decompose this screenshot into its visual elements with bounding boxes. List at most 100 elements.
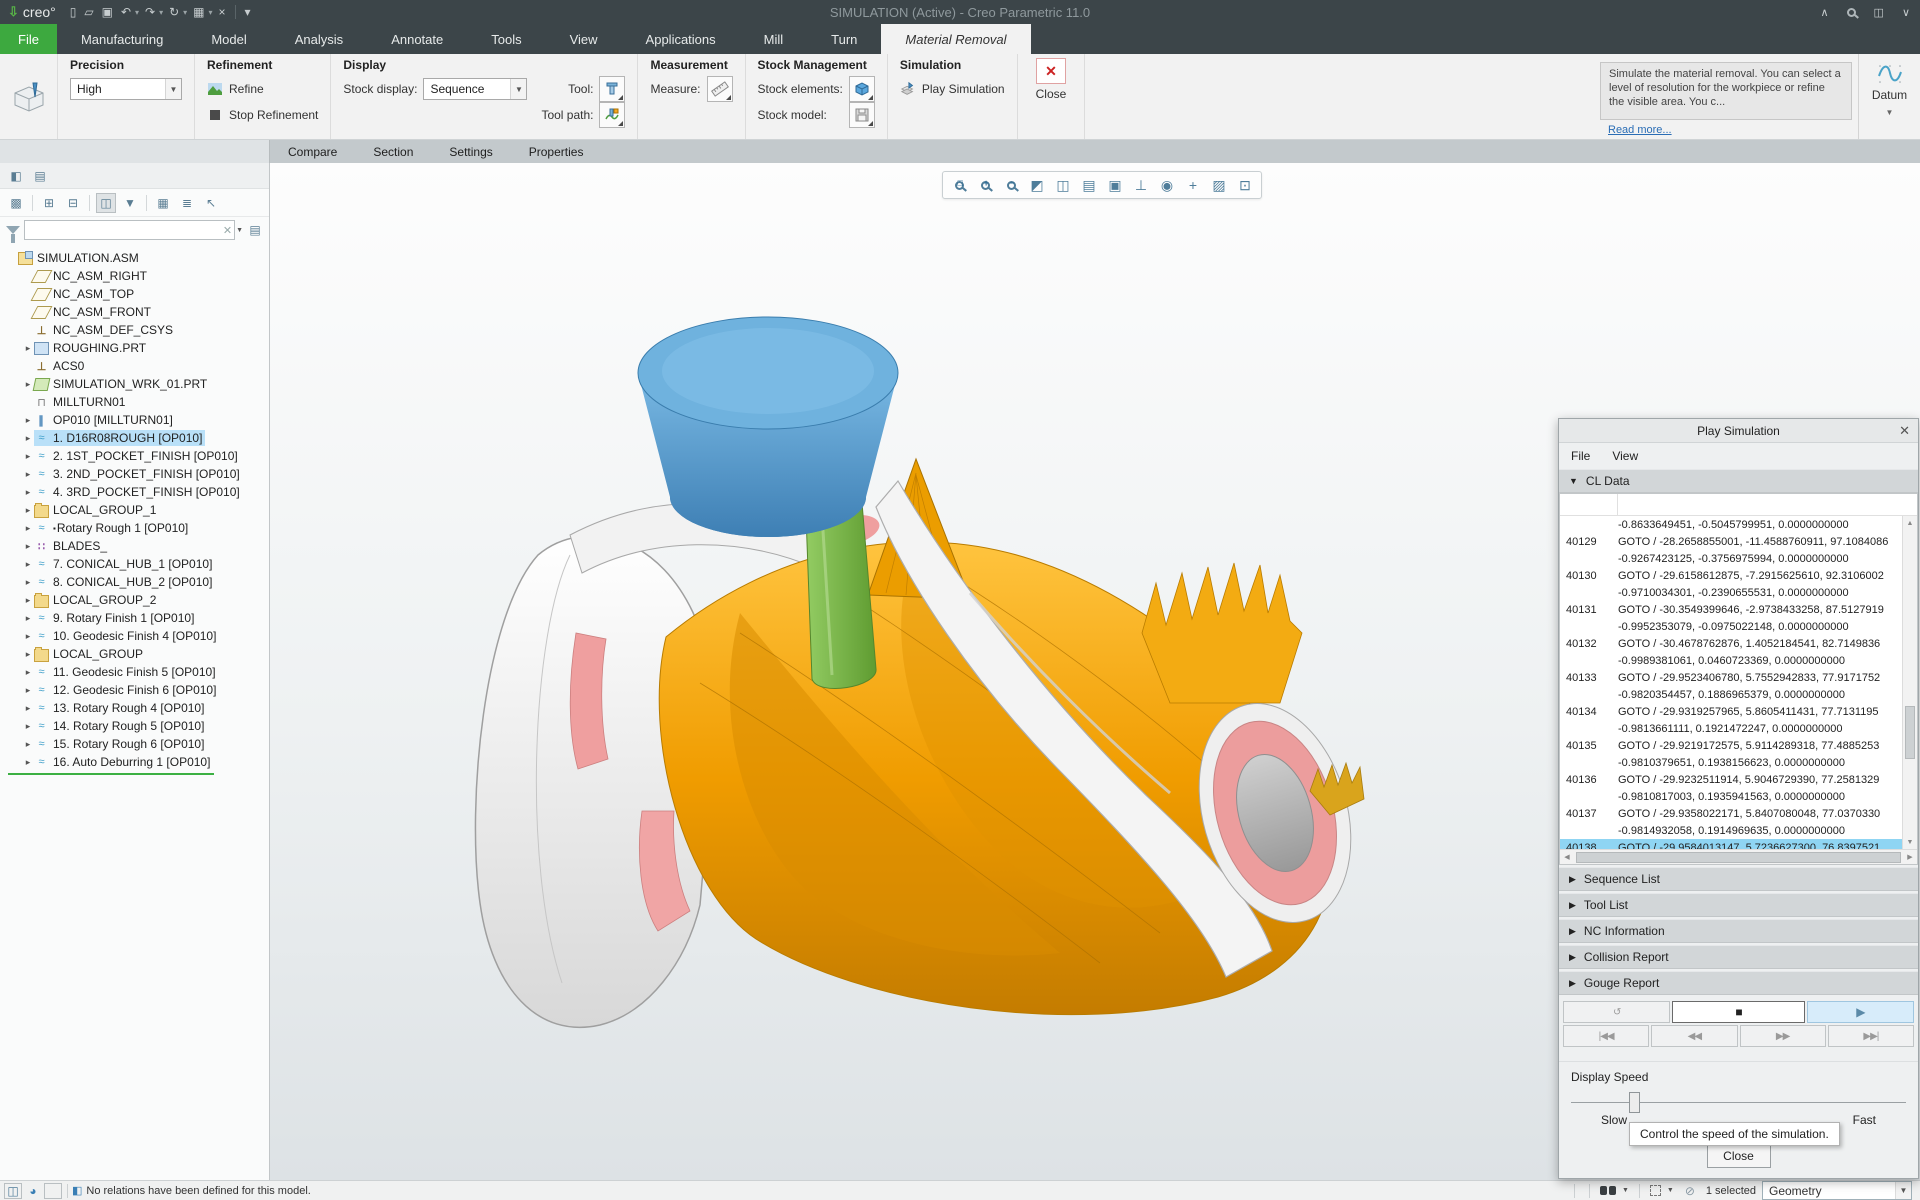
expand-icon[interactable]: ▸: [22, 541, 34, 552]
tree-model-icon[interactable]: ▩: [6, 193, 26, 213]
scrollbar-thumb[interactable]: [1576, 852, 1901, 863]
ribbon-tab-annotate[interactable]: Annotate: [367, 24, 467, 54]
ribbon-tab-manufacturing[interactable]: Manufacturing: [57, 24, 187, 54]
cl-row-40133[interactable]: 40133GOTO / -29.9523406780, 5.7552942833…: [1560, 669, 1902, 686]
chevron-down-icon[interactable]: ▼: [1622, 1187, 1629, 1194]
ribbon-tab-tools[interactable]: Tools: [467, 24, 545, 54]
subtab-compare[interactable]: Compare: [270, 140, 355, 163]
message-log-icon[interactable]: ◧: [72, 1184, 82, 1197]
close-window-icon[interactable]: ×: [215, 5, 230, 19]
ribbon-tab-view[interactable]: View: [546, 24, 622, 54]
expand-icon[interactable]: ▸: [22, 451, 34, 462]
tree-item-roughing-prt[interactable]: ▸ROUGHING.PRT: [0, 339, 269, 357]
horizontal-scrollbar[interactable]: ◀ ▶: [1560, 849, 1917, 864]
skip-to-end-button[interactable]: ▶▶|: [1828, 1025, 1914, 1047]
expand-icon[interactable]: ▸: [22, 703, 34, 714]
stock-display-dropdown[interactable]: Sequence ▼: [423, 78, 527, 100]
search-icon[interactable]: [1843, 8, 1860, 17]
section-collision-report[interactable]: ▶Collision Report: [1559, 945, 1918, 969]
vertical-scrollbar[interactable]: ▲ ▼: [1902, 516, 1917, 849]
cl-row-40129[interactable]: 40129GOTO / -28.2658855001, -11.45887609…: [1560, 533, 1902, 550]
windows-icon[interactable]: ▦: [189, 5, 208, 19]
stop-button[interactable]: ■: [1672, 1001, 1804, 1023]
tree-item-7-conical-hub-1-op010[interactable]: ▸≈7. CONICAL_HUB_1 [OP010]: [0, 555, 269, 573]
cl-row[interactable]: -0.9810817003, 0.1935941563, 0.000000000…: [1560, 788, 1902, 805]
folder-browser-icon[interactable]: ▤: [30, 166, 50, 186]
selection-filter-dropdown[interactable]: Geometry ▼: [1762, 1181, 1912, 1200]
chevron-down-icon[interactable]: ▼: [1886, 108, 1894, 117]
tree-columns-display-icon[interactable]: ◫: [96, 193, 116, 213]
expand-icon[interactable]: ▸: [22, 649, 34, 660]
expand-icon[interactable]: ▸: [22, 523, 34, 534]
customize-quick-access-icon[interactable]: ▾: [241, 5, 255, 19]
cl-row[interactable]: -0.9813661111, 0.1921472247, 0.000000000…: [1560, 720, 1902, 737]
blank-panel-icon[interactable]: [44, 1183, 62, 1199]
tree-item-simulation-wrk-01-prt[interactable]: ▸SIMULATION_WRK_01.PRT: [0, 375, 269, 393]
datum-button[interactable]: Datum ▼: [1858, 54, 1920, 139]
redo-icon[interactable]: ↷: [141, 5, 159, 19]
speed-slider[interactable]: [1571, 1102, 1906, 1103]
read-more-link[interactable]: Read more...: [1600, 124, 1852, 136]
cl-row[interactable]: -0.9989381061, 0.0460723369, 0.000000000…: [1560, 652, 1902, 669]
zoom-region-icon[interactable]: □: [947, 173, 971, 197]
tree-item-2-1st-pocket-finish-op010[interactable]: ▸≈2. 1ST_POCKET_FINISH [OP010]: [0, 447, 269, 465]
precision-dropdown[interactable]: High ▼: [70, 78, 182, 100]
tree-item-8-conical-hub-2-op010[interactable]: ▸≈8. CONICAL_HUB_2 [OP010]: [0, 573, 269, 591]
filter-funnel-icon[interactable]: [6, 226, 20, 234]
tree-item-simulation-asm[interactable]: SIMULATION.ASM: [0, 249, 269, 267]
zoom-in-icon[interactable]: +: [973, 173, 997, 197]
select-box-icon[interactable]: [1650, 1185, 1661, 1196]
tool-display-button[interactable]: [599, 76, 625, 102]
scroll-right-icon[interactable]: ▶: [1903, 853, 1917, 861]
cl-row-40130[interactable]: 40130GOTO / -29.6158612875, -7.291562561…: [1560, 567, 1902, 584]
annotation-display-icon[interactable]: ◉: [1155, 173, 1179, 197]
display-style-icon[interactable]: ◫: [1051, 173, 1075, 197]
dialog-menu-view[interactable]: View: [1612, 449, 1638, 463]
subtab-properties[interactable]: Properties: [511, 140, 602, 163]
tree-item-nc-asm-front[interactable]: NC_ASM_FRONT: [0, 303, 269, 321]
cl-row-40134[interactable]: 40134GOTO / -29.9319257965, 5.8605411431…: [1560, 703, 1902, 720]
tree-item-13-rotary-rough-4-op010[interactable]: ▸≈13. Rotary Rough 4 [OP010]: [0, 699, 269, 717]
expand-icon[interactable]: ▸: [22, 685, 34, 696]
tree-item-4-3rd-pocket-finish-op010[interactable]: ▸≈4. 3RD_POCKET_FINISH [OP010]: [0, 483, 269, 501]
save-icon[interactable]: ▣: [98, 5, 117, 19]
spin-center-icon[interactable]: +: [1181, 173, 1205, 197]
tree-item-op010-millturn01[interactable]: ▸∥OP010 [MILLTURN01]: [0, 411, 269, 429]
speed-slider-handle[interactable]: [1629, 1092, 1640, 1113]
collapse-all-icon[interactable]: ⊟: [63, 193, 83, 213]
ribbon-tab-material-removal[interactable]: Material Removal: [881, 24, 1030, 54]
tree-item-10-geodesic-finish-4-op010[interactable]: ▸≈10. Geodesic Finish 4 [OP010]: [0, 627, 269, 645]
expand-icon[interactable]: ▸: [22, 739, 34, 750]
tree-item-11-geodesic-finish-5-op010[interactable]: ▸≈11. Geodesic Finish 5 [OP010]: [0, 663, 269, 681]
expand-icon[interactable]: ▸: [22, 631, 34, 642]
expand-icon[interactable]: ▸: [22, 433, 34, 444]
ribbon-tab-analysis[interactable]: Analysis: [271, 24, 367, 54]
scroll-down-icon[interactable]: ▼: [1903, 835, 1917, 849]
ribbon-tab-applications[interactable]: Applications: [622, 24, 740, 54]
tree-item-rotary-rough-1-op010[interactable]: ▸≈▪Rotary Rough 1 [OP010]: [0, 519, 269, 537]
close-material-removal-button[interactable]: ✕: [1036, 58, 1066, 84]
subtab-section[interactable]: Section: [355, 140, 431, 163]
tree-item-nc-asm-top[interactable]: NC_ASM_TOP: [0, 285, 269, 303]
tree-item-blades[interactable]: ▸∷BLADES_: [0, 537, 269, 555]
tree-item-local-group-2[interactable]: ▸LOCAL_GROUP_2: [0, 591, 269, 609]
tree-item-14-rotary-rough-5-op010[interactable]: ▸≈14. Rotary Rough 5 [OP010]: [0, 717, 269, 735]
image-capture-icon[interactable]: ▣: [1103, 173, 1127, 197]
step-forward-button[interactable]: ▶▶: [1740, 1025, 1826, 1047]
tree-columns-icon[interactable]: ▦: [153, 193, 173, 213]
find-icon[interactable]: [1600, 1186, 1616, 1195]
browser-icon[interactable]: ◕: [24, 1183, 42, 1199]
expand-icon[interactable]: ▸: [22, 415, 34, 426]
subtab-settings[interactable]: Settings: [431, 140, 510, 163]
dialog-menu-file[interactable]: File: [1571, 449, 1590, 463]
resource-center-icon[interactable]: ◫: [1870, 6, 1888, 19]
expand-icon[interactable]: ▸: [22, 559, 34, 570]
cl-row[interactable]: -0.9814932058, 0.1914969635, 0.000000000…: [1560, 822, 1902, 839]
expand-icon[interactable]: ▸: [22, 469, 34, 480]
cl-row[interactable]: -0.8633649451, -0.5045799951, 0.00000000…: [1560, 516, 1902, 533]
select-pointer-icon[interactable]: ↖: [201, 193, 221, 213]
datum-display-filters-icon[interactable]: ⊥: [1129, 173, 1153, 197]
step-back-button[interactable]: ◀◀: [1651, 1025, 1737, 1047]
model-tree-view-icon[interactable]: ◧: [6, 166, 26, 186]
undo-icon[interactable]: ↶: [117, 5, 135, 19]
